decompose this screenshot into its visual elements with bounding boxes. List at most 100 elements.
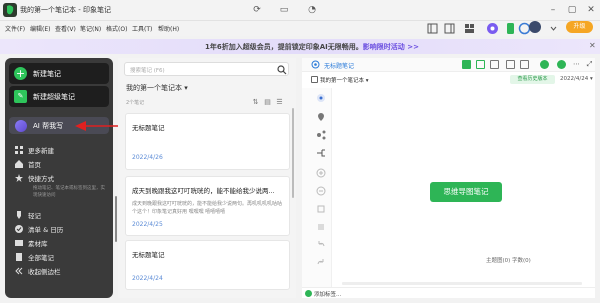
mindmap-icon [311,60,320,69]
search-input[interactable]: 搜索笔记 (F6) [124,62,289,76]
menu-tools[interactable]: 工具(T) [132,24,152,33]
chevron-down-icon[interactable] [547,22,560,35]
editor-date[interactable]: 2022/4/24 ▾ [560,76,593,82]
info-icon[interactable] [520,60,529,69]
editor-panel: 无标题笔记 ⋯ ⤢ 我的第一个笔记本 ▾ 查看历史版本 2022/4/24 ▾ … [302,58,595,298]
history-button[interactable]: 查看历史版本 [510,75,555,84]
sidebar: + 新建笔记 ✎ 新建超级笔记 AI 帮我写 更多新建 首页 快捷方式 拖动笔记… [5,58,117,298]
sidebar-item-more-new[interactable]: 更多新建 [15,145,54,156]
ai-purple-icon[interactable] [486,22,499,35]
ai-write-label: AI 帮我写 [33,122,64,130]
avatar[interactable] [529,21,541,33]
more-icon[interactable]: ⋯ [572,60,581,69]
note-title: 无标题笔记 [132,124,165,132]
sync-icon[interactable]: ⟳ [251,4,263,16]
note-count: 2个笔记 [126,100,145,106]
menu-view[interactable]: 查看(V) [55,24,76,33]
ai-icon [15,120,27,132]
notebook-icon [311,76,318,83]
expand-icon[interactable]: ⤢ [585,60,594,69]
editor-toolbar: 无标题笔记 ⋯ ⤢ [302,58,595,72]
sidebar-item-label: 收起侧边栏 [28,268,61,276]
evernote-green-icon[interactable] [462,60,471,69]
bell-icon[interactable]: ◔ [306,4,318,16]
remove-icon[interactable] [316,186,326,196]
notelist-scrollbar[interactable] [292,108,294,198]
note-title: 成天到晚跟我这叮叮咣咣的，能不能给我少说两... [132,187,275,195]
sidebar-item-shortcuts[interactable]: 快捷方式 [15,173,54,184]
style-icon[interactable] [316,204,326,214]
list-item[interactable]: 无标题笔记 2022/4/26 [125,113,290,170]
menu-bar: 文件(F) 编辑(E) 查看(V) 笔记(N) 格式(O) 工具(T) 帮助(H… [0,21,600,36]
banner-arrows: >> [407,43,419,51]
note-date: 2022/4/26 [132,154,163,161]
sidebar-toggle-icon[interactable] [443,22,456,35]
plus-icon: + [14,67,27,80]
note-list-panel: 搜索笔记 (F6) 我的第一个笔记本 ▾ 2个笔记 ⇅ ▤ ☰ 无标题笔记 20… [118,58,296,298]
list-item[interactable]: 无标题笔记 2022/4/24 [125,240,290,290]
sidebar-item-all-notes[interactable]: 全部笔记 [15,252,54,263]
editor-scrollbar[interactable] [342,282,582,285]
location-icon[interactable] [316,112,326,122]
sidebar-item-home[interactable]: 首页 [15,159,41,170]
notebook-title[interactable]: 我的第一个笔记本 ▾ [126,83,188,93]
tag-icon [305,290,312,297]
sort-icon[interactable]: ⇅ [251,98,260,107]
redo-icon[interactable] [316,258,326,268]
sidebar-item-label: 素材库 [28,240,48,248]
cursor-icon[interactable] [316,93,326,103]
green-app-icon[interactable] [504,22,517,35]
menu-edit[interactable]: 编辑(E) [30,24,50,33]
maximize-icon[interactable]: ▢ [566,4,578,16]
sidebar-scrollbar[interactable] [115,196,117,242]
note-date: 2022/4/24 [132,275,163,282]
share-icon[interactable] [557,60,566,69]
menu-file[interactable]: 文件(F) [5,24,25,33]
super-note-icon: ✎ [14,90,27,103]
add-tag-input[interactable]: 添加标签... [314,290,341,298]
search-placeholder: 搜索笔记 (F6) [130,68,165,74]
sidebar-item-collapse[interactable]: 收起侧边栏 [15,266,61,277]
window-title: 我的第一个笔记本 - 印象笔记 [20,6,111,14]
sidebar-item-tasks[interactable]: 清单 & 日历 [15,224,63,235]
search-icon[interactable] [277,65,287,75]
pin-icon [17,211,21,219]
home-icon [15,160,23,168]
view-options-icon[interactable]: ☰ [275,98,284,107]
menu-note[interactable]: 笔记(N) [80,24,101,33]
layout-icon[interactable] [426,22,439,35]
grid-icon [15,146,23,154]
share-out-icon[interactable] [490,60,499,69]
note-date: 2022/4/25 [132,221,163,228]
minimize-icon[interactable]: – [547,4,559,16]
person-icon[interactable] [540,60,549,69]
sidebar-item-label: 清单 & 日历 [28,226,64,234]
sidebar-item-quick-notes[interactable]: 轻记 [15,210,41,221]
editor-notebook-select[interactable]: 我的第一个笔记本 ▾ [320,76,369,84]
note-title: 无标题笔记 [132,251,165,259]
outline-icon[interactable] [316,222,326,232]
new-note-button[interactable]: + 新建笔记 [9,63,109,84]
editor-tab-title[interactable]: 无标题笔记 [324,61,354,70]
close-icon[interactable]: ✕ [585,4,597,16]
layout-grid-icon[interactable] [463,22,476,35]
menu-help[interactable]: 帮助(H) [158,24,179,33]
reminder-icon[interactable] [506,60,515,69]
menu-format[interactable]: 格式(O) [106,24,127,33]
close-icon[interactable]: ✕ [589,41,596,50]
promo-banner[interactable]: 1年6折加入超级会员，提前锁定印象AI无限畅用。影响限时活动 >> ✕ [0,39,600,54]
window-icon[interactable]: ▭ [278,4,290,16]
banner-link[interactable]: 影响限时活动 [363,43,405,51]
add-icon[interactable] [316,168,326,178]
new-super-note-button[interactable]: ✎ 新建超级笔记 [9,86,109,107]
undo-icon[interactable] [316,240,326,250]
filter-icon[interactable]: ▤ [263,98,272,107]
banner-message: 1年6折加入超级会员，提前锁定印象AI无限畅用。 [205,43,363,51]
sidebar-item-materials[interactable]: 素材库 [15,238,48,249]
insert-child-icon[interactable] [316,148,326,158]
upgrade-button[interactable]: 升级 [566,21,593,33]
download-icon[interactable] [476,60,485,69]
branch-icon[interactable] [316,130,326,140]
list-item[interactable]: 成天到晚跟我这叮叮咣咣的，能不能给我少说两... 成天到晚跟我这叮叮咣咣的，能不… [125,176,290,236]
mindmap-root-node[interactable]: 思维导图笔记 [430,182,502,202]
